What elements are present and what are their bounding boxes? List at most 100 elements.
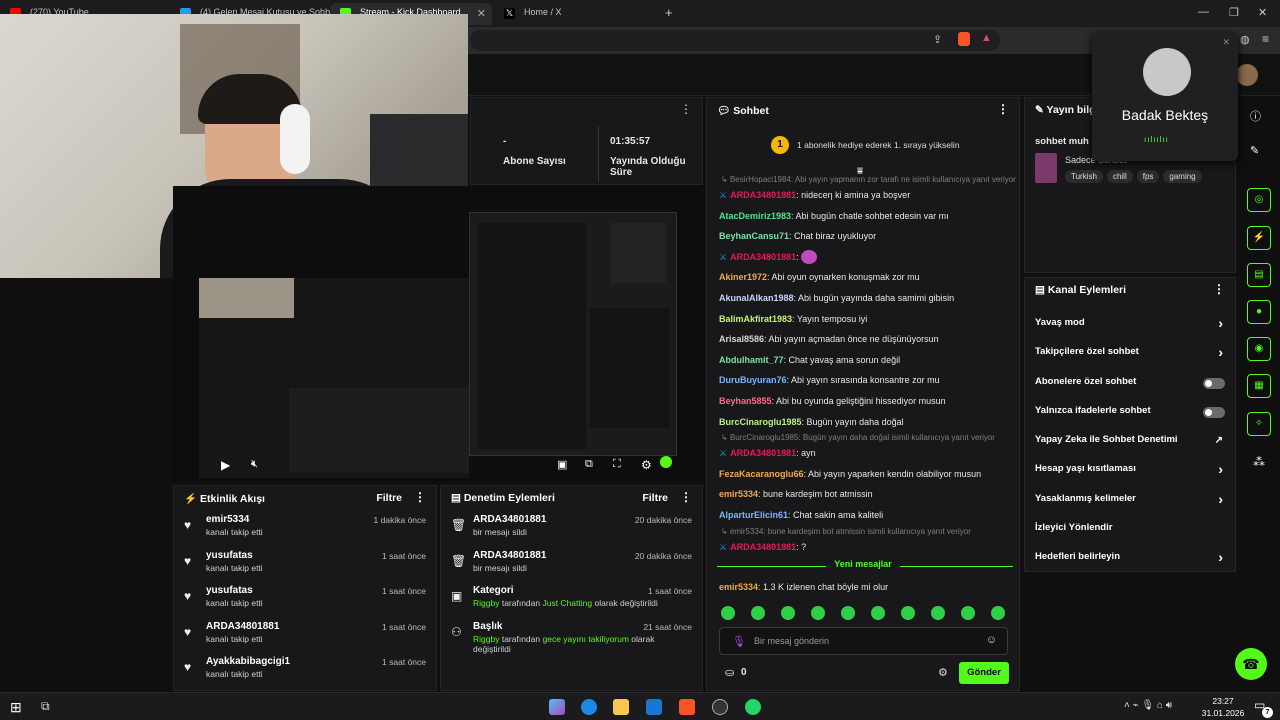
more-icon[interactable]: ⋮ [680,490,692,504]
more-icon[interactable]: ⋮ [414,490,426,504]
fullscreen-icon[interactable]: ⛶ [613,458,621,471]
microphone-icon[interactable]: 🎙︎ [732,635,746,648]
chat-message[interactable]: ⚔ ARDA34801881: [707,247,1019,268]
layout-icon[interactable]: ▦ [1247,374,1271,398]
avatar[interactable] [1236,64,1258,86]
event-row[interactable]: ♥ yusufatas kanalı takip etti 1 saat önce [174,581,436,617]
chat-username[interactable]: BalimAkfirat1983 [719,314,792,324]
chat-username[interactable]: Arisal8586 [719,334,764,344]
emote-icon[interactable] [931,606,945,620]
chat-bubble-icon[interactable]: ● [1247,300,1271,324]
chat-username[interactable]: DuruBuyuran76 [719,375,787,385]
share-icon[interactable]: ⇪ [933,33,942,46]
toggle-switch[interactable] [1203,406,1225,418]
chat-username[interactable]: AtacDemiriz1983 [719,211,791,221]
edge-icon[interactable] [581,699,597,715]
settings-icon[interactable]: ⚙ [641,458,652,472]
event-row[interactable]: ♥ Ayakkabibagcigi1 kanalı takip etti 1 saat… [174,652,436,688]
copilot-icon[interactable] [549,699,565,715]
chat-username[interactable]: AkunalAlkan1988 [719,293,794,303]
chat-message[interactable]: BalimAkfirat1983: Yayın temposu iyi [707,309,1019,330]
chat-input[interactable]: 🎙︎ Bir mesaj gönderin ☺ [719,627,1008,655]
theater-icon[interactable]: ▣ [557,458,567,471]
clock-date[interactable]: 31.01.2026 [1200,708,1246,718]
emoji-icon[interactable]: ☺ [986,634,997,646]
chat-username[interactable]: ARDA34801881 [730,542,796,552]
close-icon[interactable]: ✕ [1222,37,1230,48]
chat-username[interactable]: Abdulhamit_77 [719,355,784,365]
info-icon[interactable]: ⓘ [1250,108,1261,124]
wrench-icon[interactable]: ✧ [1247,412,1271,436]
stats-menu-icon[interactable]: ⋮ [680,102,692,116]
emote-icon[interactable] [961,606,975,620]
channel-action-item[interactable]: Yavaş mod › [1025,310,1235,339]
points-icon[interactable]: ⛀ [725,666,734,679]
emote-icon[interactable] [841,606,855,620]
outlook-icon[interactable] [646,699,662,715]
toggle-switch[interactable] [1203,377,1225,389]
bolt-icon[interactable]: ⚡ [1247,226,1271,250]
emote-icon[interactable] [871,606,885,620]
obs-icon[interactable] [712,699,728,715]
chat-message[interactable]: ⚔ ARDA34801881: ayn [707,443,1019,464]
whatsapp-icon[interactable] [745,699,761,715]
stream-preview[interactable]: ▶ 🔇︎ ▣ ⧉ ⛶ ⚙ [173,186,703,482]
support-button[interactable]: ☎ [1235,648,1267,680]
task-view-icon[interactable]: ⧉ [41,699,50,714]
chat-username[interactable]: BeyhanCansu71 [719,231,789,241]
chat-message[interactable]: ⚔ ARDA34801881: ? [707,537,1019,558]
event-row[interactable]: ♥ emir5334 kanalı takip etti 1 dakika önce [174,510,436,546]
moderation-row[interactable]: 🗑︎ ARDA34801881 bir mesajı sildi 20 dakika … [441,510,702,546]
emote-icon[interactable] [781,606,795,620]
chat-username[interactable]: emir5334 [719,489,758,499]
dots-cluster-icon[interactable]: ⁂ [1253,455,1265,469]
chat-message[interactable]: emir5334: bune kardeşim bot atmissin [707,484,1019,505]
tab-x-home[interactable]: 𝕏 Home / X [494,3,658,25]
broadcast-icon[interactable]: ◉ [1247,337,1271,361]
chat-message[interactable]: Beyhan5855: Abi bu oyunda geliştiğini hi… [707,391,1019,412]
chat-username[interactable]: emir5334 [719,582,758,592]
chat-username[interactable]: BurcCinaroglu1985 [719,417,802,427]
chat-message[interactable]: BurcCinaroglu1985: Bugün yayın daha doğa… [707,412,1019,433]
url-field[interactable] [470,30,1000,51]
close-icon[interactable]: ✕ [477,7,486,20]
channel-action-item[interactable]: Hedefleri belirleyin › [1025,544,1235,571]
moderator-name[interactable]: Riggby [473,634,499,644]
clip-icon[interactable]: ⧉ [585,458,593,471]
chat-message[interactable]: Akiner1972: Abi oyun oynarken konuşmak z… [707,267,1019,288]
chat-username[interactable]: Akiner1972 [719,272,767,282]
maximize-button[interactable]: ❐ [1229,6,1239,19]
channel-action-item[interactable]: Abonelere özel sohbet [1025,369,1235,398]
event-filter-button[interactable]: Filtre [376,492,402,504]
chat-username[interactable]: FezaKacaranoglu66 [719,469,804,479]
brave-shield-icon[interactable] [958,32,970,46]
chat-message[interactable]: FezaKacaranoglu66: Abi yayın yaparken ke… [707,464,1019,485]
pencil-icon[interactable]: ✎ [1250,144,1259,157]
chat-message[interactable]: Abdulhamit_77: Chat yavaş ama sorun deği… [707,350,1019,371]
chat-username[interactable]: Beyhan5855 [719,396,772,406]
tray-icons[interactable]: ˄ ⌁ 🎙︎ ⌂ 🔊︎ [1124,700,1172,711]
windows-start-icon[interactable]: ⊞ [10,699,22,716]
chat-message[interactable]: DuruBuyuran76: Abi yayın sırasında konsa… [707,370,1019,391]
event-row[interactable]: ♥ ARDA34801881 kanalı takip etti 1 saat önc… [174,617,436,653]
emote-icon[interactable] [811,606,825,620]
emote-icon[interactable] [751,606,765,620]
emote-icon[interactable] [721,606,735,620]
channel-action-item[interactable]: Hesap yaşı kısıtlaması › [1025,456,1235,485]
vpn-icon[interactable]: ◍ [1240,33,1250,46]
more-icon[interactable]: ⋮ [997,102,1009,116]
chat-username[interactable]: AlparturElicin61 [719,510,788,520]
moderator-name[interactable]: Riggby [473,598,499,608]
chat-message[interactable]: BeyhanCansu71: Chat biraz uyukluyor [707,226,1019,247]
channel-action-item[interactable]: Yapay Zeka ile Sohbet Denetimi ↗ [1025,427,1235,456]
chat-message[interactable]: AlparturElicin61: Chat sakin ama kalitel… [707,505,1019,526]
chat-username[interactable]: ARDA34801881 [730,448,796,458]
minimize-button[interactable]: — [1198,6,1209,18]
chat-message[interactable]: Arisal8586: Abi yayın açmadan önce ne dü… [707,329,1019,350]
focus-icon[interactable]: ◎ [1247,188,1271,212]
emote-icon[interactable] [901,606,915,620]
new-tab-button[interactable]: + [665,5,673,20]
moderation-row[interactable]: ▣ Kategori Riggby tarafından Just Chatting… [441,581,702,617]
moderation-row[interactable]: 🗑︎ ARDA34801881 bir mesajı sildi 20 dakika … [441,546,702,582]
chat-settings-icon[interactable]: ⚙ [938,666,948,679]
